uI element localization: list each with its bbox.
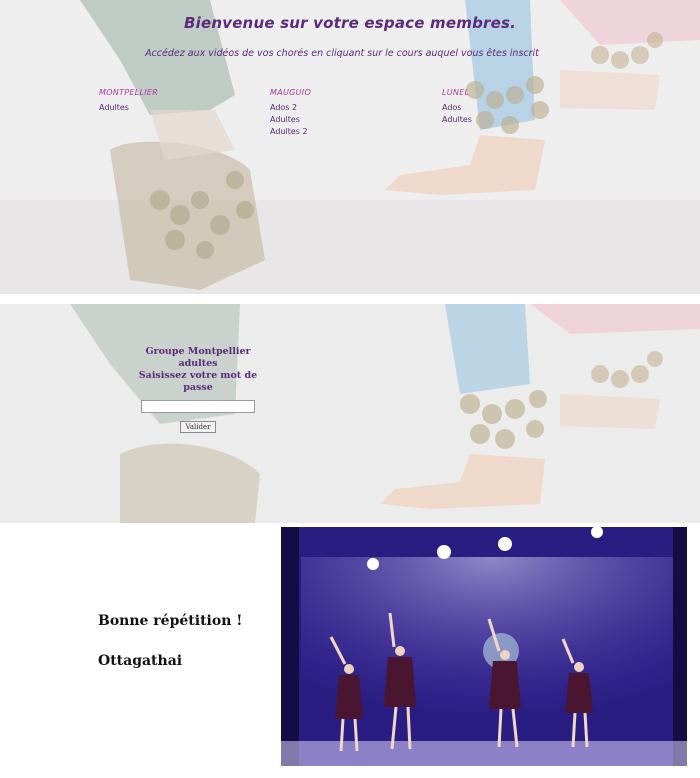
signature: Ottagathai [98, 653, 183, 669]
course-column-montpellier: MONTPELLIER Adultes [99, 88, 158, 114]
course-link-mauguio-ados-2[interactable]: Ados 2 [270, 102, 311, 114]
password-prompt: Saisissez votre mot de passe [138, 370, 258, 393]
page-subtitle: Accédez aux vidéos de vos chorés en cliq… [145, 48, 539, 59]
stage-performance-photo [281, 527, 687, 766]
submit-button[interactable]: Valider [180, 421, 216, 433]
city-heading: MAUGUIO [270, 88, 312, 97]
course-link-mauguio-adultes-2[interactable]: Adultes 2 [270, 126, 311, 138]
password-input[interactable] [141, 400, 255, 413]
city-heading: MONTPELLIER [99, 88, 159, 97]
login-section: Groupe Montpellier adultes Saisissez vot… [0, 304, 700, 523]
page-title: Bienvenue sur votre espace membres. [183, 14, 517, 32]
password-form: Groupe Montpellier adultes Saisissez vot… [128, 346, 268, 433]
hero-overlay [0, 0, 700, 294]
group-title: Groupe Montpellier adultes [145, 346, 251, 369]
course-link-lunel-adultes[interactable]: Adultes [442, 114, 472, 126]
course-column-mauguio: MAUGUIO Ados 2 Adultes Adultes 2 [270, 88, 311, 138]
course-link-montpellier-adultes[interactable]: Adultes [99, 102, 158, 114]
members-hero: Bienvenue sur votre espace membres. Accé… [0, 0, 700, 294]
course-column-lunel: LUNEL Ados Adultes [442, 88, 472, 126]
farewell-message: Bonne répétition ! [98, 613, 243, 629]
stage-illustration [281, 527, 687, 766]
course-link-mauguio-adultes[interactable]: Adultes [270, 114, 311, 126]
city-heading: LUNEL [442, 88, 470, 97]
login-overlay [0, 304, 700, 523]
course-link-lunel-ados[interactable]: Ados [442, 102, 472, 114]
